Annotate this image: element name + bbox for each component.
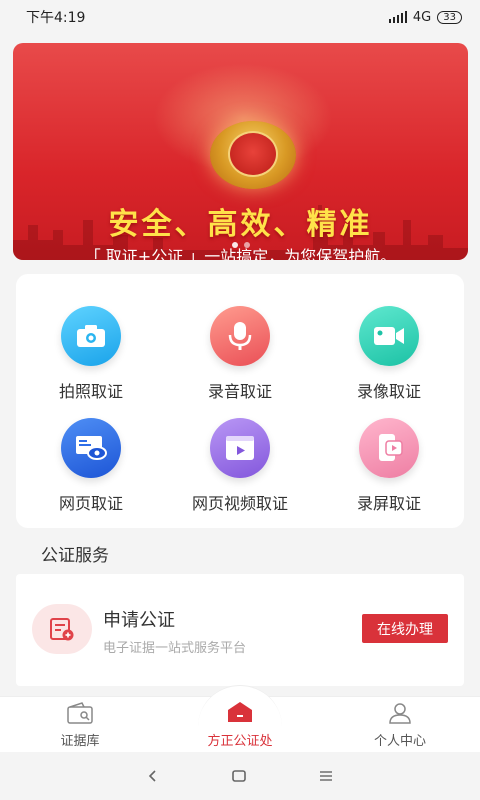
web-video-icon	[210, 418, 270, 478]
evidence-grid: 拍照取证 录音取证 录像取证 网页取证 网页视频取证 录屏取证	[16, 274, 464, 528]
webpage-eye-icon	[61, 418, 121, 478]
carousel-dot[interactable]	[243, 242, 250, 248]
status-time: 下午4:19	[26, 10, 86, 26]
bottom-nav: 证据库 方正公证处 个人中心	[0, 685, 480, 755]
section-title: 公证服务	[41, 546, 109, 566]
home-icon	[228, 702, 252, 722]
network-type: 4G	[412, 9, 432, 25]
user-icon	[389, 703, 411, 724]
grid-item-photo[interactable]: 拍照取证	[16, 306, 166, 402]
camera-icon	[61, 306, 121, 366]
carousel-dot[interactable]	[231, 242, 238, 248]
back-icon[interactable]	[146, 769, 160, 783]
service-title: 申请公证	[103, 610, 175, 631]
grid-label: 录屏取证	[356, 494, 421, 513]
home-square-icon[interactable]	[231, 769, 247, 783]
banner-headline: 安全、高效、精准	[108, 207, 373, 242]
menu-icon[interactable]	[318, 769, 334, 783]
grid-label: 录音取证	[207, 382, 272, 401]
document-add-icon	[32, 604, 92, 654]
grid-item-webpage[interactable]: 网页取证	[16, 418, 166, 514]
nav-item-profile[interactable]: 个人中心	[340, 697, 460, 753]
battery-icon: 33	[437, 10, 462, 24]
grid-label: 网页视频取证	[191, 494, 288, 513]
status-indicators: 4G 33	[388, 9, 462, 25]
grid-item-audio[interactable]: 录音取证	[165, 306, 315, 402]
screen-record-icon	[359, 418, 419, 478]
status-bar: 下午4:19 4G 33	[0, 0, 480, 34]
carousel-indicator	[13, 242, 468, 248]
grid-item-screen-record[interactable]: 录屏取证	[314, 418, 464, 514]
national-emblem-icon	[210, 121, 296, 189]
wallet-icon	[67, 702, 93, 724]
microphone-icon	[210, 306, 270, 366]
video-camera-icon	[359, 306, 419, 366]
apply-online-button[interactable]: 在线办理	[362, 614, 448, 643]
service-subtitle: 电子证据一站式服务平台	[103, 641, 247, 656]
promo-banner[interactable]: 安全、高效、精准 「 取证+公证 」一站搞定，为您保驾护航。	[13, 43, 468, 260]
nav-item-evidence[interactable]: 证据库	[20, 697, 140, 753]
grid-label: 拍照取证	[58, 382, 123, 401]
nav-item-notary-office[interactable]: 方正公证处	[180, 697, 300, 753]
nav-label: 证据库	[60, 734, 100, 749]
grid-label: 网页取证	[58, 494, 123, 513]
notary-service-card[interactable]: 申请公证 电子证据一站式服务平台 在线办理	[16, 574, 464, 686]
signal-icon	[388, 11, 407, 23]
system-nav-bar	[0, 752, 480, 800]
grid-label: 录像取证	[356, 382, 421, 401]
nav-label: 个人中心	[373, 734, 426, 749]
nav-label: 方正公证处	[207, 734, 273, 749]
grid-item-web-video[interactable]: 网页视频取证	[165, 418, 315, 514]
grid-item-video[interactable]: 录像取证	[314, 306, 464, 402]
